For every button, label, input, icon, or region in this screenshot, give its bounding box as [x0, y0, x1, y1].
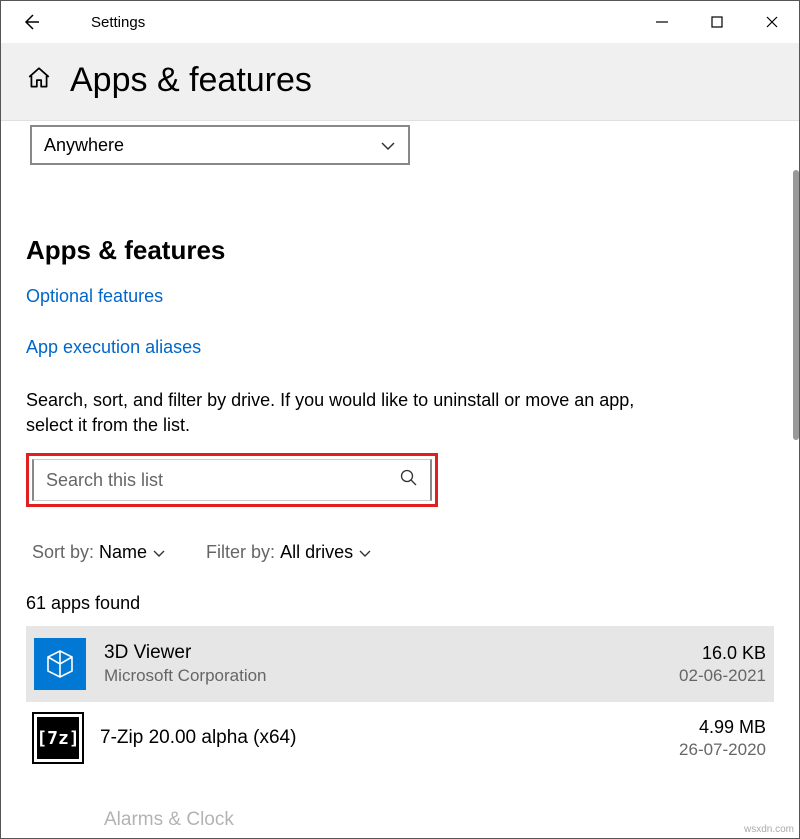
help-text: Search, sort, and filter by drive. If yo… — [26, 388, 676, 438]
close-button[interactable] — [744, 2, 799, 42]
content-area: Anywhere Apps & features Optional featur… — [1, 121, 799, 838]
chevron-down-icon — [152, 542, 166, 563]
app-item[interactable]: [7z] 7-Zip 20.00 alpha (x64) 4.99 MB 26-… — [26, 702, 774, 774]
arrow-left-icon — [21, 12, 41, 32]
app-date: 26-07-2020 — [679, 740, 766, 760]
app-item[interactable]: Alarms & Clock — [26, 782, 774, 838]
filter-row: Sort by: Name Filter by: All drives — [26, 542, 774, 563]
close-icon — [765, 15, 779, 29]
app-info: Alarms & Clock — [104, 809, 766, 831]
maximize-button[interactable] — [689, 2, 744, 42]
app-meta: 16.0 KB 02-06-2021 — [679, 643, 766, 686]
app-icon-alarms — [34, 794, 86, 838]
maximize-icon — [710, 15, 724, 29]
search-highlight — [26, 453, 438, 507]
search-box[interactable] — [32, 459, 432, 501]
filter-by-dropdown[interactable]: Filter by: All drives — [206, 542, 372, 563]
app-name: 7-Zip 20.00 alpha (x64) — [100, 727, 661, 749]
scrollbar[interactable] — [793, 170, 799, 440]
sort-by-dropdown[interactable]: Sort by: Name — [32, 542, 166, 563]
apps-count: 61 apps found — [26, 593, 774, 614]
back-button[interactable] — [11, 2, 51, 42]
install-source-value: Anywhere — [44, 135, 124, 156]
app-name: Alarms & Clock — [104, 809, 766, 831]
optional-features-link[interactable]: Optional features — [26, 286, 774, 307]
app-size: 16.0 KB — [679, 643, 766, 664]
section-title: Apps & features — [26, 235, 774, 266]
app-execution-aliases-link[interactable]: App execution aliases — [26, 337, 774, 358]
titlebar: Settings — [1, 1, 799, 43]
app-publisher: Microsoft Corporation — [104, 666, 661, 686]
minimize-icon — [655, 15, 669, 29]
app-date: 02-06-2021 — [679, 666, 766, 686]
sort-label: Sort by: — [32, 542, 94, 563]
page-header: Apps & features — [1, 43, 799, 121]
chevron-down-icon — [380, 135, 396, 156]
filter-label: Filter by: — [206, 542, 275, 563]
home-icon[interactable] — [26, 65, 52, 96]
app-name: 3D Viewer — [104, 642, 661, 664]
app-meta: 4.99 MB 26-07-2020 — [679, 717, 766, 760]
chevron-down-icon — [358, 542, 372, 563]
watermark: wsxdn.com — [744, 824, 794, 835]
search-input[interactable] — [46, 470, 400, 491]
app-size: 4.99 MB — [679, 717, 766, 738]
app-info: 7-Zip 20.00 alpha (x64) — [100, 727, 661, 749]
install-source-dropdown[interactable]: Anywhere — [30, 125, 410, 165]
search-icon — [400, 469, 418, 492]
app-icon-3dviewer — [34, 638, 86, 690]
app-item[interactable]: 3D Viewer Microsoft Corporation 16.0 KB … — [26, 626, 774, 702]
filter-value: All drives — [280, 542, 353, 563]
window-title: Settings — [91, 14, 145, 31]
app-icon-7zip: [7z] — [34, 714, 82, 762]
window-controls — [634, 2, 799, 42]
minimize-button[interactable] — [634, 2, 689, 42]
page-title: Apps & features — [70, 61, 312, 100]
sort-value: Name — [99, 542, 147, 563]
app-list: 3D Viewer Microsoft Corporation 16.0 KB … — [26, 626, 774, 838]
app-info: 3D Viewer Microsoft Corporation — [104, 642, 661, 686]
